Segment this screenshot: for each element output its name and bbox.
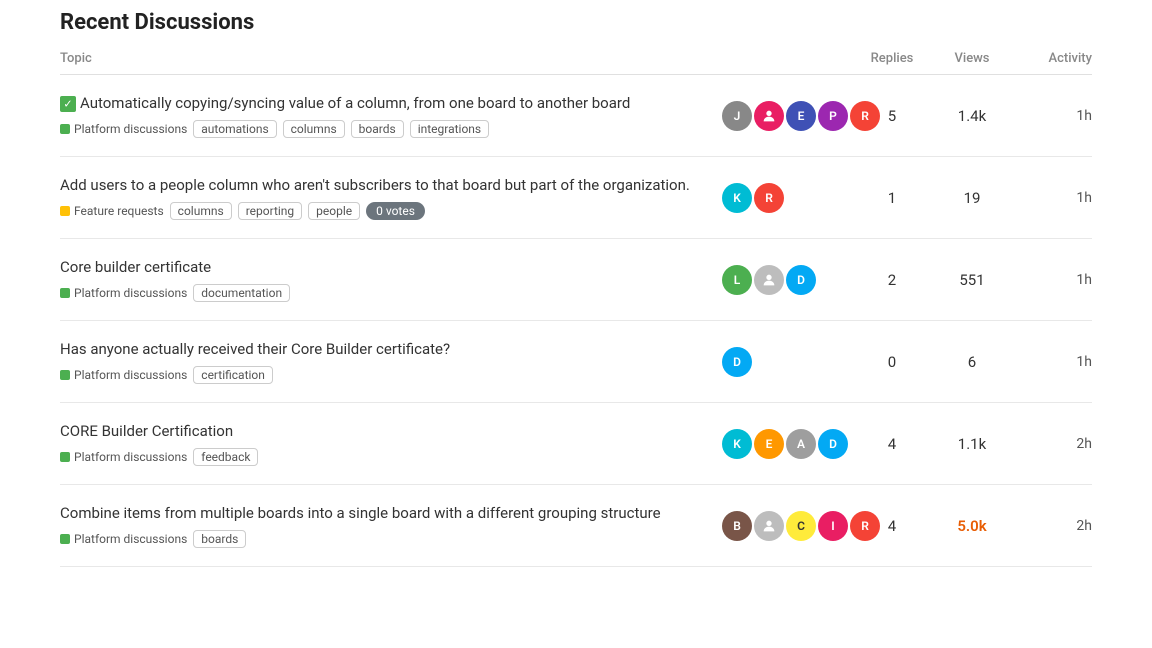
meta-row: Platform discussions feedback: [60, 448, 706, 466]
discussions-list: Automatically copying/syncing value of a…: [60, 75, 1092, 567]
avatars-section: LD: [722, 265, 852, 295]
tag[interactable]: columns: [283, 120, 345, 138]
category-badge[interactable]: Platform discussions: [60, 450, 187, 464]
table-row: CORE Builder Certification Platform discu…: [60, 403, 1092, 485]
topic-title[interactable]: CORE Builder Certification: [60, 421, 706, 442]
tag[interactable]: certification: [193, 366, 273, 384]
table-header: Topic Replies Views Activity: [60, 51, 1092, 75]
avatar: [754, 511, 784, 541]
replies-count: 1: [852, 189, 932, 207]
topic-section: CORE Builder Certification Platform discu…: [60, 421, 722, 466]
avatar: [754, 265, 784, 295]
meta-row: Platform discussions automations columns bo…: [60, 120, 706, 138]
topic-title[interactable]: Combine items from multiple boards into …: [60, 503, 706, 524]
tag[interactable]: integrations: [410, 120, 489, 138]
avatar: L: [722, 265, 752, 295]
avatar: B: [722, 511, 752, 541]
category-dot: [60, 370, 70, 380]
category-badge[interactable]: Platform discussions: [60, 368, 187, 382]
avatar: [754, 101, 784, 131]
category-dot: [60, 206, 70, 216]
topic-section: Combine items from multiple boards into …: [60, 503, 722, 548]
views-count: 5.0k: [932, 517, 1012, 535]
activity-time: 1h: [1012, 190, 1092, 206]
table-row: Core builder certificate Platform discuss…: [60, 239, 1092, 321]
replies-count: 0: [852, 353, 932, 371]
topic-title[interactable]: Core builder certificate: [60, 257, 706, 278]
tag[interactable]: columns: [170, 202, 232, 220]
replies-count: 2: [852, 271, 932, 289]
topic-title[interactable]: Automatically copying/syncing value of a…: [60, 93, 706, 114]
avatar: E: [786, 101, 816, 131]
avatar: J: [722, 101, 752, 131]
replies-count: 5: [852, 107, 932, 125]
category-dot: [60, 124, 70, 134]
avatar: I: [818, 511, 848, 541]
topic-section: Core builder certificate Platform discuss…: [60, 257, 722, 302]
avatar: C: [786, 511, 816, 541]
avatar: D: [722, 347, 752, 377]
views-count: 6: [932, 353, 1012, 371]
col-header-activity: Activity: [1012, 51, 1092, 66]
avatar: P: [818, 101, 848, 131]
col-header-views: Views: [932, 51, 1012, 66]
meta-row: Platform discussions certification: [60, 366, 706, 384]
replies-count: 4: [852, 517, 932, 535]
tag[interactable]: reporting: [238, 202, 302, 220]
table-row: Add users to a people column who aren't …: [60, 157, 1092, 239]
avatar: K: [722, 429, 752, 459]
tag[interactable]: boards: [193, 530, 246, 548]
meta-row: Platform discussions boards: [60, 530, 706, 548]
avatars-section: JEPR: [722, 101, 852, 131]
avatars-section: KR: [722, 183, 852, 213]
meta-row: Feature requests columns reporting people 0 …: [60, 202, 706, 220]
category-dot: [60, 452, 70, 462]
avatars-section: BCIR: [722, 511, 852, 541]
tag[interactable]: documentation: [193, 284, 290, 302]
topic-title[interactable]: Add users to a people column who aren't …: [60, 175, 706, 196]
vote-badge[interactable]: 0 votes: [366, 202, 425, 220]
category-badge[interactable]: Feature requests: [60, 204, 164, 218]
tag[interactable]: feedback: [193, 448, 258, 466]
col-header-topic: Topic: [60, 51, 722, 66]
avatar: D: [818, 429, 848, 459]
views-count: 551: [932, 271, 1012, 289]
table-row: Has anyone actually received their Core …: [60, 321, 1092, 403]
activity-time: 1h: [1012, 108, 1092, 124]
category-dot: [60, 534, 70, 544]
topic-section: Add users to a people column who aren't …: [60, 175, 722, 220]
topic-section: Has anyone actually received their Core …: [60, 339, 722, 384]
col-header-replies: Replies: [852, 51, 932, 66]
table-row: Combine items from multiple boards into …: [60, 485, 1092, 567]
replies-count: 4: [852, 435, 932, 453]
activity-time: 1h: [1012, 354, 1092, 370]
page-title: Recent Discussions: [60, 10, 1092, 35]
avatar: E: [754, 429, 784, 459]
avatar: D: [786, 265, 816, 295]
meta-row: Platform discussions documentation: [60, 284, 706, 302]
topic-title[interactable]: Has anyone actually received their Core …: [60, 339, 706, 360]
tag[interactable]: boards: [351, 120, 404, 138]
avatar: R: [754, 183, 784, 213]
avatar: K: [722, 183, 752, 213]
solved-icon: [60, 96, 76, 112]
views-count: 1.4k: [932, 107, 1012, 125]
avatars-section: D: [722, 347, 852, 377]
tag[interactable]: people: [308, 202, 360, 220]
tag[interactable]: automations: [193, 120, 276, 138]
avatars-section: KEAD: [722, 429, 852, 459]
activity-time: 2h: [1012, 518, 1092, 534]
topic-section: Automatically copying/syncing value of a…: [60, 93, 722, 138]
category-badge[interactable]: Platform discussions: [60, 532, 187, 546]
views-count: 1.1k: [932, 435, 1012, 453]
activity-time: 1h: [1012, 272, 1092, 288]
category-badge[interactable]: Platform discussions: [60, 286, 187, 300]
views-count: 19: [932, 189, 1012, 207]
activity-time: 2h: [1012, 436, 1092, 452]
avatar: A: [786, 429, 816, 459]
category-dot: [60, 288, 70, 298]
category-badge[interactable]: Platform discussions: [60, 122, 187, 136]
table-row: Automatically copying/syncing value of a…: [60, 75, 1092, 157]
